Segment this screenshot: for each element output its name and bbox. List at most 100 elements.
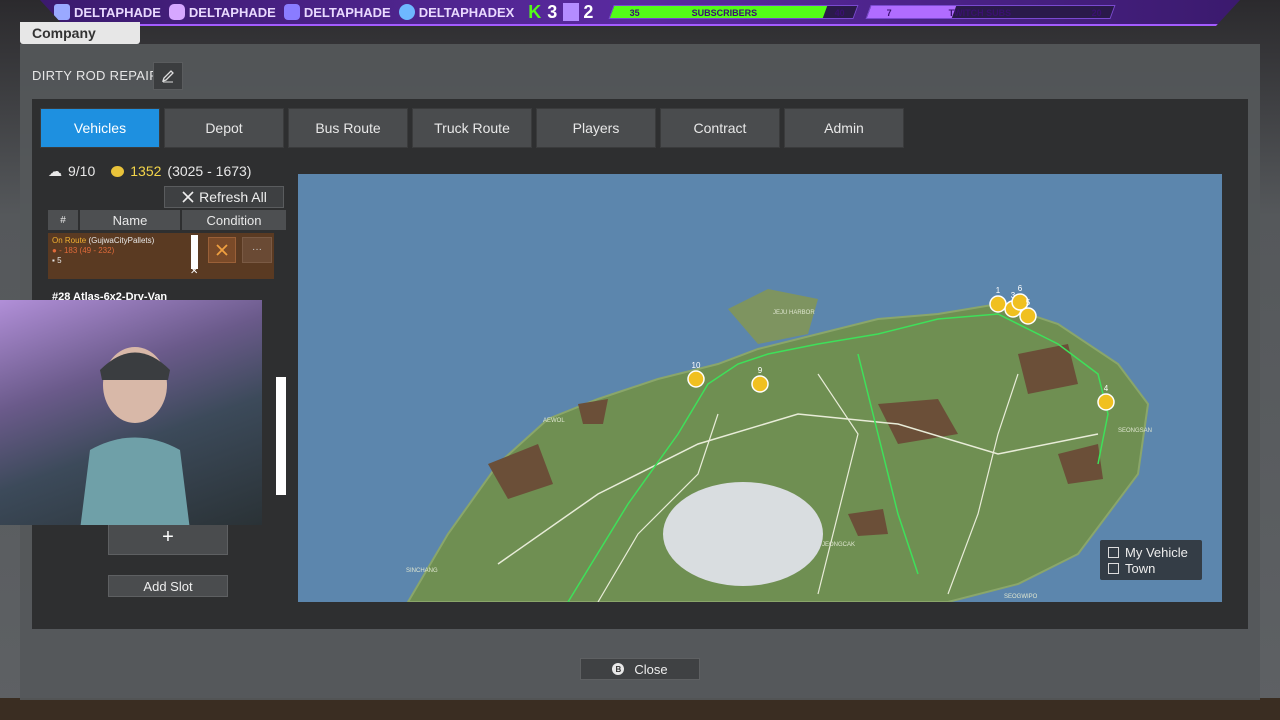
goal-current: 7 xyxy=(886,8,892,18)
tab-bar: Vehicles Depot Bus Route Truck Route Pla… xyxy=(40,108,904,148)
map-place-label: SINCHANG xyxy=(406,568,438,574)
social-handle: DELTAPHADEX xyxy=(418,4,515,20)
route-name: (GujwaCityPallets) xyxy=(88,236,155,245)
streamer-silhouette xyxy=(80,347,190,525)
kick-icon: K xyxy=(528,1,542,22)
map-legend: My Vehicle Town xyxy=(1100,540,1202,580)
twitch-icon xyxy=(54,4,70,20)
money-line: ● - 183 (49 - 232) xyxy=(52,246,270,256)
field xyxy=(578,399,608,424)
legend-label: My Vehicle xyxy=(1125,544,1188,560)
tab-truck-route[interactable]: Truck Route xyxy=(412,108,532,148)
coin-icon xyxy=(111,165,125,177)
map-place-label: SEOGWIPO xyxy=(1004,594,1038,600)
goal-target: 40 xyxy=(834,8,845,18)
map-marker[interactable] xyxy=(989,295,1007,313)
map-canvas: 10913654 JEJU HARBORAEWOLSEONGSANSINCHAN… xyxy=(406,284,1152,602)
legend-label: Town xyxy=(1125,560,1156,576)
coin-icon: ● xyxy=(52,246,57,255)
vehicle-count: 9/10 xyxy=(68,163,96,179)
company-name: DIRTY ROD REPAIR xyxy=(32,68,159,83)
social-handle: DELTAPHADE xyxy=(74,4,161,20)
column-name[interactable]: Name xyxy=(80,210,180,230)
tab-players[interactable]: Players xyxy=(536,108,656,148)
checkbox[interactable] xyxy=(1108,546,1119,558)
wrench-icon xyxy=(216,244,228,256)
cargo-icon: ▪ xyxy=(52,256,55,265)
marker-number: 5 xyxy=(1026,298,1031,307)
company-tab[interactable]: Company xyxy=(20,22,140,44)
slots-line: ▪ 5 xyxy=(52,256,270,266)
tab-contract[interactable]: Contract xyxy=(660,108,780,148)
legend-town[interactable]: Town xyxy=(1108,560,1194,576)
vehicle-list-panel: ☁ 9/10 1352 (3025 - 1673) Refresh All # … xyxy=(48,159,288,597)
tools-icon xyxy=(182,191,194,203)
route-map[interactable]: 10 9 1 3 6 5 4 JEJU HARBOR AEWOL SEONGSAN SINCHAN… xyxy=(298,174,1222,602)
route-money-range: (49 - 232) xyxy=(79,246,115,255)
instagram-icon xyxy=(168,4,185,20)
goal-current: 35 xyxy=(629,8,640,18)
edit-company-button[interactable] xyxy=(153,62,183,90)
repair-button[interactable] xyxy=(208,237,236,263)
condition-bar xyxy=(191,235,198,269)
map-marker[interactable] xyxy=(751,375,769,393)
youtube-icon xyxy=(283,4,300,20)
marker-number: 9 xyxy=(758,366,763,375)
column-condition[interactable]: Condition xyxy=(182,210,286,230)
tab-vehicles[interactable]: Vehicles xyxy=(40,108,160,148)
truck-icon: ☁ xyxy=(48,162,62,179)
subscriber-goal-bar: 35 SUBSCRIBERS 40 xyxy=(608,5,859,19)
legend-my-vehicle[interactable]: My Vehicle xyxy=(1108,544,1194,560)
game-floor xyxy=(0,698,1280,720)
marker-number: 4 xyxy=(1104,384,1109,393)
harbor-land xyxy=(728,289,818,344)
hallasan-snow xyxy=(663,482,823,586)
checkbox[interactable] xyxy=(1108,562,1119,574)
social-handle: DELTAPHADE xyxy=(303,4,391,20)
twitch-goal-fill xyxy=(867,6,957,18)
marker-number: 10 xyxy=(692,361,701,370)
map-place-label: AEWOL xyxy=(543,418,565,424)
refresh-all-button[interactable]: Refresh All xyxy=(164,186,284,208)
social-handle: DELTAPHADE xyxy=(188,4,276,20)
twitch-count: 2 xyxy=(583,1,594,22)
pencil-icon xyxy=(161,70,174,83)
webcam-overlay xyxy=(0,300,262,525)
scrollbar[interactable] xyxy=(276,377,286,495)
vehicle-row[interactable]: On Route (GujwaCityPallets) ● - 183 (49 … xyxy=(48,233,274,279)
map-marker[interactable] xyxy=(1097,393,1115,411)
social-instagram: DELTAPHADE xyxy=(168,4,276,20)
close-label: Close xyxy=(634,661,668,677)
twitch-goal-bar: 7 TWITCH SUBS 20 xyxy=(865,5,1116,19)
social-twitter: DELTAPHADEX xyxy=(398,4,515,20)
close-icon[interactable]: ✕ xyxy=(190,267,198,277)
column-number[interactable]: # xyxy=(48,210,78,230)
refresh-all-label: Refresh All xyxy=(199,189,267,205)
social-twitch: DELTAPHADE xyxy=(54,4,161,20)
close-button[interactable]: B Close xyxy=(580,658,700,680)
map-marker[interactable] xyxy=(687,370,705,388)
route-money: - 183 xyxy=(59,246,78,255)
map-place-label: SEONGSAN xyxy=(1118,428,1152,434)
tab-depot[interactable]: Depot xyxy=(164,108,284,148)
map-marker[interactable] xyxy=(1019,307,1037,325)
vehicle-stats: ☁ 9/10 1352 (3025 - 1673) xyxy=(48,159,288,183)
money-value: 1352 xyxy=(130,163,162,179)
slot-count: 5 xyxy=(57,256,62,265)
stream-overlay-bar: DELTAPHADE DELTAPHADE DELTAPHADE DELTAPH… xyxy=(40,0,1240,26)
more-options-button[interactable]: ··· xyxy=(242,237,272,263)
marker-number: 1 xyxy=(996,286,1001,295)
goal-label: SUBSCRIBERS xyxy=(691,8,758,18)
vehicle-status: On Route xyxy=(52,236,87,245)
kick-count: 3 xyxy=(547,1,558,22)
map-place-label: JEONGCAK xyxy=(822,542,855,548)
twitter-icon xyxy=(398,4,415,20)
money-range: (3025 - 1673) xyxy=(167,163,252,179)
add-slot-button[interactable]: Add Slot xyxy=(108,575,228,597)
route-line: On Route (GujwaCityPallets) xyxy=(52,236,270,246)
tab-admin[interactable]: Admin xyxy=(784,108,904,148)
map-place-label: JEJU HARBOR xyxy=(773,310,815,316)
tab-bus-route[interactable]: Bus Route xyxy=(288,108,408,148)
goal-target: 20 xyxy=(1091,8,1102,18)
twitch-glitch-icon xyxy=(563,3,580,21)
